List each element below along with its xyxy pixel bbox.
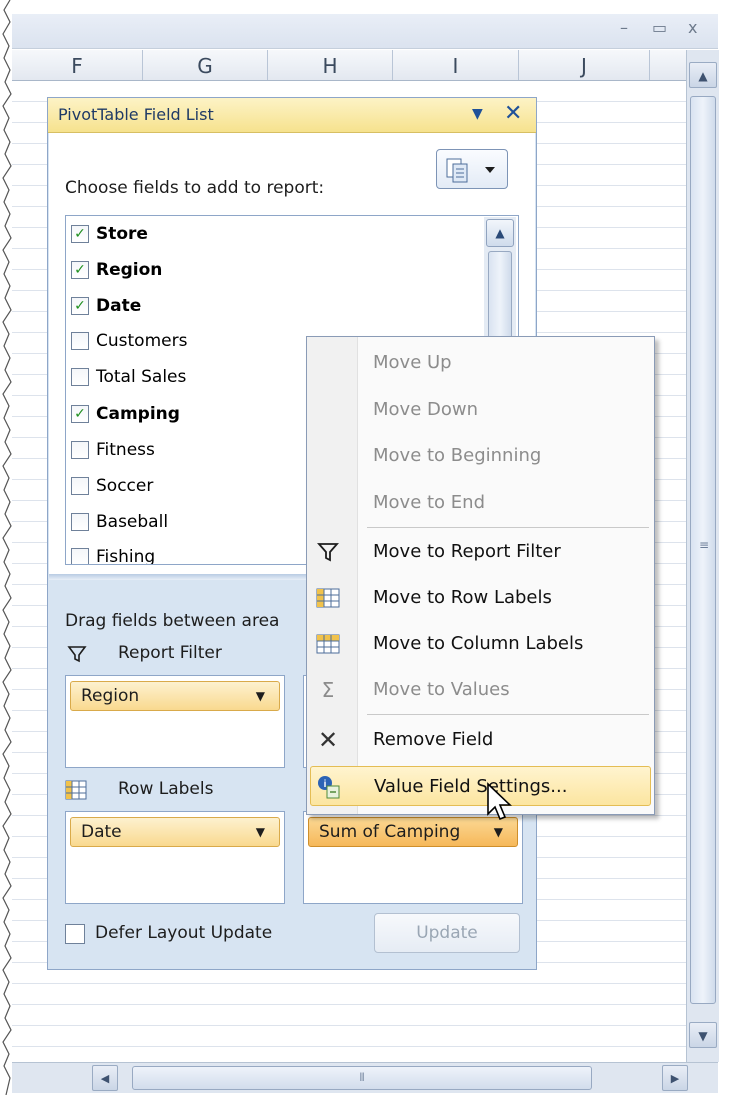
mouse-cursor-icon xyxy=(487,782,512,821)
column-header-j[interactable]: J xyxy=(519,50,650,80)
defer-layout-checkbox[interactable] xyxy=(65,924,85,944)
column-header-i[interactable]: I xyxy=(393,50,519,80)
row-labels-chip[interactable]: Date ▼ xyxy=(70,817,280,847)
menu-separator xyxy=(367,714,649,715)
report-filter-area[interactable]: Region ▼ xyxy=(65,675,285,768)
horizontal-scroll-thumb[interactable]: ⦀ xyxy=(132,1066,592,1090)
pane-title: PivotTable Field List xyxy=(58,105,214,124)
field-settings-icon: i xyxy=(318,776,340,799)
sigma-icon: Σ xyxy=(321,678,335,702)
update-button[interactable]: Update xyxy=(374,913,520,953)
menu-item-move-to-end[interactable]: Move to End xyxy=(307,483,654,523)
report-filter-icon xyxy=(67,646,87,663)
drag-fields-label: Drag fields between area xyxy=(65,611,280,631)
row-labels-area-icon xyxy=(65,780,87,800)
column-headers: F G H I J xyxy=(12,50,686,81)
scroll-left-arrow-icon[interactable]: ◀ xyxy=(92,1065,118,1091)
field-context-menu: Move Up Move Down Move to Beginning Move… xyxy=(306,336,655,815)
menu-item-remove-field[interactable]: ✕ Remove Field xyxy=(307,720,654,760)
remove-icon: ✕ xyxy=(317,726,339,754)
column-header-h[interactable]: H xyxy=(268,50,393,80)
chip-dropdown-icon[interactable]: ▼ xyxy=(256,818,265,846)
checkbox[interactable] xyxy=(71,548,89,564)
checkbox[interactable] xyxy=(71,441,89,459)
scroll-up-arrow-icon[interactable]: ▲ xyxy=(689,62,717,88)
field-list-scroll-up-icon[interactable]: ▲ xyxy=(486,219,514,247)
defer-layout-label: Defer Layout Update xyxy=(95,923,273,943)
menu-item-move-to-beginning[interactable]: Move to Beginning xyxy=(307,436,654,476)
report-filter-label: Report Filter xyxy=(118,643,222,663)
checkbox[interactable]: ✓ xyxy=(71,261,89,279)
scroll-down-arrow-icon[interactable]: ▼ xyxy=(689,1022,717,1048)
layout-options-button[interactable] xyxy=(436,149,508,189)
field-list-scroll-thumb[interactable] xyxy=(488,251,512,341)
choose-fields-label: Choose fields to add to report: xyxy=(65,178,325,198)
report-filter-chip[interactable]: Region ▼ xyxy=(70,681,280,711)
scroll-right-arrow-icon[interactable]: ▶ xyxy=(662,1065,688,1091)
checkbox[interactable]: ✓ xyxy=(71,225,89,243)
menu-item-move-down[interactable]: Move Down xyxy=(307,390,654,430)
checkbox[interactable] xyxy=(71,477,89,495)
window-title-bar xyxy=(12,14,718,49)
checkbox[interactable]: ✓ xyxy=(71,405,89,423)
pane-title-bar: PivotTable Field List ▼ ✕ xyxy=(48,98,536,133)
column-labels-icon xyxy=(316,634,340,654)
menu-item-move-to-values[interactable]: Σ Move to Values xyxy=(307,670,654,710)
menu-item-move-to-column-labels[interactable]: Move to Column Labels xyxy=(307,624,654,664)
pane-close-icon[interactable]: ✕ xyxy=(504,101,522,126)
menu-item-value-field-settings[interactable]: i Value Field Settings... xyxy=(310,766,651,806)
vertical-scroll-thumb[interactable]: ≡ xyxy=(690,96,716,1004)
menu-item-move-up[interactable]: Move Up xyxy=(307,343,654,383)
checkbox[interactable] xyxy=(71,332,89,350)
row-labels-area[interactable]: Date ▼ xyxy=(65,811,285,904)
menu-item-move-to-report-filter[interactable]: Move to Report Filter xyxy=(307,532,654,572)
restore-button[interactable]: ▭ xyxy=(652,18,667,37)
chip-dropdown-icon[interactable]: ▼ xyxy=(256,682,265,710)
row-labels-icon xyxy=(316,588,340,608)
horizontal-scrollbar[interactable]: ◀ ⦀ ▶ xyxy=(12,1062,718,1093)
vertical-scrollbar[interactable]: ▲ ≡ ▼ xyxy=(686,50,719,1062)
menu-item-move-to-row-labels[interactable]: Move to Row Labels xyxy=(307,578,654,618)
grip-icon: ≡ xyxy=(698,538,710,552)
pane-options-dropdown-icon[interactable]: ▼ xyxy=(472,106,483,122)
close-window-button[interactable]: x xyxy=(688,18,697,37)
filter-icon xyxy=(317,543,339,562)
checkbox[interactable]: ✓ xyxy=(71,297,89,315)
menu-separator xyxy=(367,527,649,528)
row-labels-label: Row Labels xyxy=(118,779,214,799)
minimize-button[interactable]: – xyxy=(620,18,628,37)
svg-text:i: i xyxy=(324,779,327,790)
field-layout-icon xyxy=(446,158,495,183)
checkbox[interactable] xyxy=(71,513,89,531)
column-header-g[interactable]: G xyxy=(143,50,268,80)
column-header-f[interactable]: F xyxy=(12,50,143,80)
checkbox[interactable] xyxy=(71,368,89,386)
